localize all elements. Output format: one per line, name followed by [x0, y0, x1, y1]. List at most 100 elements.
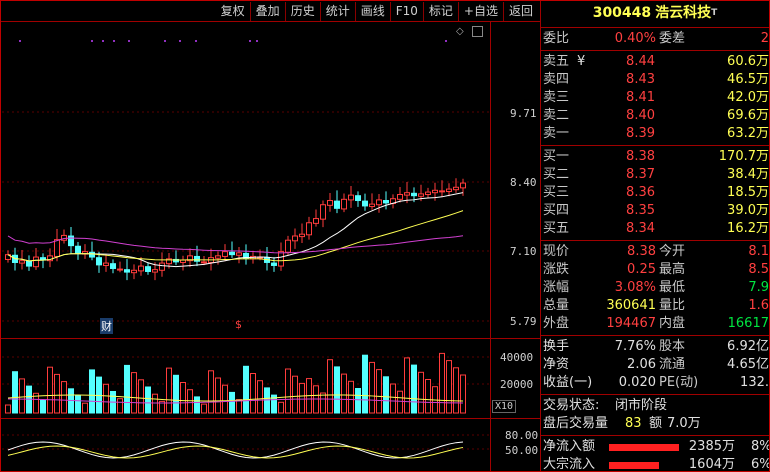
signal-dot	[195, 40, 197, 42]
volume-tick-2: 20000	[500, 378, 534, 391]
buy-row-2[interactable]: 买二 8.37 38.4万	[541, 166, 769, 184]
buy-label: 买三	[543, 185, 570, 200]
buy-row-1[interactable]: 买一 8.38 170.7万	[541, 148, 769, 166]
candle-body	[376, 199, 382, 206]
after-hours-amount: 7.0万	[667, 416, 701, 431]
flow-bar	[609, 444, 679, 451]
signal-dot	[445, 40, 447, 42]
sell-mark: ¥	[577, 54, 586, 69]
quote-row-3[interactable]: 总量 360641 量比 1.6	[541, 297, 769, 315]
finance-value: 0.020	[618, 375, 656, 390]
volume-bar	[460, 374, 466, 414]
finance-value: 7.76%	[614, 339, 656, 354]
volume-bar	[5, 404, 11, 414]
volume-bar	[390, 383, 396, 414]
buy-volume: 38.4万	[727, 167, 769, 182]
quote-label: 现价	[543, 244, 570, 259]
candle-body	[362, 200, 368, 207]
candle-body	[327, 200, 333, 206]
buy-row-4[interactable]: 买四 8.35 39.0万	[541, 202, 769, 220]
finance-label: 净资	[543, 357, 570, 372]
candle-body	[320, 204, 326, 220]
price-tick-4: 5.79	[510, 315, 537, 328]
buy-volume: 18.5万	[727, 185, 769, 200]
weibi-label: 委比	[543, 31, 570, 46]
candle-body	[341, 198, 347, 210]
candle-body	[425, 191, 431, 195]
quote-row-4[interactable]: 外盘 194467 内盘 16617	[541, 315, 769, 333]
quote-row-1[interactable]: 涨跌 0.25 最高 8.5	[541, 261, 769, 279]
candle-body	[96, 257, 102, 266]
volume-bar	[103, 383, 109, 414]
buy-row-5[interactable]: 买五 8.34 16.2万	[541, 220, 769, 238]
sell-row-5[interactable]: 卖五 ¥8.44 60.6万	[541, 53, 769, 71]
flow-percent: 8%	[751, 439, 769, 454]
finance-row-0[interactable]: 换手 7.76% 股本 6.92亿	[541, 338, 769, 356]
sell-row-3[interactable]: 卖三 8.41 42.0万	[541, 89, 769, 107]
candle-body	[103, 262, 109, 266]
sell-row-2[interactable]: 卖二 8.40 69.6万	[541, 107, 769, 125]
price-tick-1: 9.71	[510, 107, 537, 120]
weicha-value: 2	[760, 31, 769, 46]
kline-chart[interactable]	[0, 0, 540, 472]
after-hours-row: 盘后交易量 83 额 7.0万	[541, 415, 769, 433]
candle-body	[145, 266, 151, 272]
buy-row-3[interactable]: 买三 8.36 18.5万	[541, 184, 769, 202]
volume-bar	[131, 372, 137, 414]
quote-value-2: 8.1	[748, 244, 769, 259]
diamond-icon[interactable]: ◇	[456, 26, 464, 37]
buy-price: 8.37	[626, 167, 655, 182]
t-mark: T	[711, 8, 718, 18]
weibi-row: 委比 0.40% 委差 2	[541, 30, 769, 48]
candle-body	[411, 192, 417, 197]
volume-bar	[236, 399, 242, 414]
sell-volume: 60.6万	[727, 54, 769, 69]
candle-body	[215, 255, 221, 259]
volume-bar	[278, 401, 284, 414]
volume-bar	[257, 380, 263, 414]
quote-panel: 300448 浩云科技T 委比 0.40% 委差 2 卖五 ¥8.44 60.6万 卖四…	[541, 1, 769, 471]
quote-row-2[interactable]: 涨幅 3.08% 最低 7.9	[541, 279, 769, 297]
indicator-tick-2: 50.00	[505, 444, 539, 457]
sell-row-4[interactable]: 卖四 8.43 46.5万	[541, 71, 769, 89]
finance-label-2: 流通	[659, 357, 686, 372]
volume-bar	[208, 370, 214, 414]
volume-bar	[124, 364, 130, 414]
sell-row-1[interactable]: 卖一 8.39 63.2万	[541, 125, 769, 143]
quote-value-2: 8.5	[748, 262, 769, 277]
volume-bar	[320, 392, 326, 414]
volume-bar	[299, 382, 305, 414]
volume-unit-button[interactable]: X10	[492, 400, 517, 413]
finance-row-1[interactable]: 净资 2.06 流通 4.65亿	[541, 356, 769, 374]
sell-price: 8.41	[626, 90, 655, 105]
volume-bar	[376, 369, 382, 414]
finance-row-2[interactable]: 收益(一) 0.020 PE(动) 132.	[541, 374, 769, 392]
volume-bar	[362, 354, 368, 414]
finance-value: 2.06	[627, 357, 656, 372]
sell-volume: 63.2万	[727, 126, 769, 141]
flow-row-1[interactable]: 大宗流入 1604万 6%	[541, 456, 769, 471]
volume-bar	[19, 378, 25, 414]
quote-row-0[interactable]: 现价 8.38 今开 8.1	[541, 243, 769, 261]
volume-bar	[145, 386, 151, 414]
quote-label: 涨幅	[543, 280, 570, 295]
dividend-marker[interactable]: $	[235, 318, 242, 331]
sell-price: 8.40	[626, 108, 655, 123]
candle-body	[285, 239, 291, 253]
signal-dot	[179, 40, 181, 42]
signal-dot	[256, 40, 258, 42]
volume-bar	[61, 381, 67, 414]
finance-report-marker[interactable]: 财	[100, 318, 113, 334]
buy-price: 8.35	[626, 203, 655, 218]
ma-line-mid	[7, 210, 464, 262]
sell-price: 8.44	[626, 54, 655, 69]
volume-bar	[40, 400, 46, 414]
volume-bar	[173, 374, 179, 414]
quote-label: 外盘	[543, 316, 570, 331]
signal-dot	[19, 40, 21, 42]
buy-label: 买一	[543, 149, 570, 164]
maximize-icon[interactable]	[472, 26, 483, 37]
flow-row-0[interactable]: 净流入额 2385万 8%	[541, 438, 769, 456]
candle-body	[124, 269, 130, 273]
quote-label-2: 最高	[659, 262, 686, 277]
